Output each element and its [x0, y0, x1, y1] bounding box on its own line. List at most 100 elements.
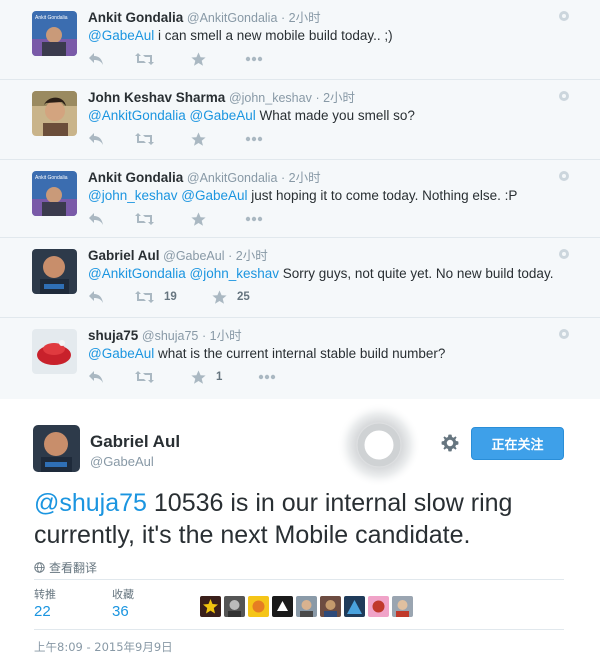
retweet-button[interactable]	[135, 131, 164, 147]
star-icon	[191, 370, 206, 384]
gear-icon[interactable]	[558, 10, 570, 22]
reply-button[interactable]	[88, 289, 104, 305]
reply-tweet[interactable]: Gabriel Aul @GabeAul · 2小时 @AnkitGondali…	[0, 238, 600, 318]
mention-link[interactable]: @AnkitGondalia	[88, 108, 186, 123]
mention-link[interactable]: @GabeAul	[190, 108, 256, 123]
avatar[interactable]	[32, 249, 77, 294]
tweet-text: @shuja75 10536 is in our internal slow r…	[34, 487, 574, 551]
reply-tweet[interactable]: shuja75 @shuja75 · 1小时 @GabeAul what is …	[0, 318, 600, 399]
mention-link[interactable]: @john_keshav	[190, 266, 280, 281]
gear-icon[interactable]	[558, 248, 570, 260]
avatar[interactable]	[320, 596, 341, 617]
tweet-time[interactable]: · 1小时	[202, 329, 242, 343]
avatar[interactable]	[272, 596, 293, 617]
retweet-icon	[135, 371, 154, 383]
avatar[interactable]	[344, 596, 365, 617]
translate-label: 查看翻译	[49, 561, 98, 575]
author-handle[interactable]: @AnkitGondalia	[187, 11, 278, 25]
avatar[interactable]	[392, 596, 413, 617]
divider	[34, 629, 564, 630]
mention-link[interactable]: @john_keshav	[88, 188, 178, 203]
like-button[interactable]	[191, 211, 216, 227]
star-icon	[212, 290, 227, 304]
reply-thread: Ankit Gondalia Ankit Gondalia @AnkitGond…	[0, 0, 600, 399]
avatar[interactable]	[224, 596, 245, 617]
likes-stat[interactable]: 收藏 36	[112, 586, 134, 620]
retweet-button[interactable]	[135, 211, 164, 227]
avatar[interactable]	[200, 596, 221, 617]
retweet-button[interactable]	[135, 369, 164, 385]
avatar[interactable]	[33, 425, 80, 472]
like-button[interactable]	[191, 51, 216, 67]
avatar[interactable]	[32, 329, 77, 374]
retweets-count: 22	[34, 603, 51, 620]
gear-icon[interactable]	[558, 328, 570, 340]
liker-avatars	[200, 596, 413, 617]
author-name[interactable]: shuja75	[88, 328, 138, 343]
reply-tweet[interactable]: Ankit Gondalia Ankit Gondalia @AnkitGond…	[0, 0, 600, 80]
tweet-actions: 19 25	[88, 289, 388, 305]
more-icon	[258, 374, 276, 380]
author-name[interactable]: Ankit Gondalia	[88, 170, 183, 185]
more-button[interactable]	[245, 131, 263, 147]
more-button[interactable]	[245, 51, 263, 67]
reply-tweet[interactable]: John Keshav Sharma @john_keshav · 2小时 @A…	[0, 80, 600, 160]
more-icon	[245, 216, 263, 222]
gear-icon[interactable]	[441, 434, 459, 452]
mention-link[interactable]: @GabeAul	[88, 346, 154, 361]
star-icon	[191, 212, 206, 226]
author-handle[interactable]: @AnkitGondalia	[187, 171, 278, 185]
tweet-time[interactable]: · 2小时	[228, 249, 268, 263]
like-button[interactable]	[191, 131, 216, 147]
reply-button[interactable]	[88, 131, 104, 147]
tweet-time[interactable]: · 2小时	[281, 171, 321, 185]
avatar[interactable]	[32, 91, 77, 136]
reply-button[interactable]	[88, 369, 104, 385]
avatar[interactable]: Ankit Gondalia	[32, 11, 77, 56]
author-name[interactable]: Ankit Gondalia	[88, 10, 183, 25]
retweet-icon	[135, 53, 154, 65]
author-handle[interactable]: @GabeAul	[163, 249, 224, 263]
gear-icon[interactable]	[558, 170, 570, 182]
avatar[interactable]	[248, 596, 269, 617]
mention-link[interactable]: @AnkitGondalia	[88, 266, 186, 281]
retweets-label: 转推	[34, 588, 56, 601]
star-icon	[191, 52, 206, 66]
tweet-time[interactable]: · 2小时	[315, 91, 355, 105]
like-button[interactable]: 1	[191, 369, 222, 385]
reply-button[interactable]	[88, 51, 104, 67]
mention-link[interactable]: @shuja75	[34, 489, 147, 517]
author-name[interactable]: Gabriel Aul	[88, 248, 160, 263]
avatar[interactable]	[368, 596, 389, 617]
retweets-stat[interactable]: 转推 22	[34, 586, 56, 620]
reply-icon	[89, 133, 103, 145]
author-name[interactable]: Gabriel Aul	[90, 432, 180, 452]
author-handle[interactable]: @john_keshav	[229, 91, 312, 105]
like-count: 1	[216, 371, 223, 383]
tweet-text-segment: what is the current internal stable buil…	[154, 346, 446, 361]
reply-button[interactable]	[88, 211, 104, 227]
mention-link[interactable]: @GabeAul	[181, 188, 247, 203]
retweet-button[interactable]: 19	[135, 289, 177, 305]
tweet-text: @GabeAul i can smell a new mobile build …	[88, 28, 393, 43]
reply-tweet[interactable]: Ankit Gondalia Ankit Gondalia @AnkitGond…	[0, 160, 600, 238]
translate-link[interactable]: 查看翻译	[34, 559, 97, 576]
reply-icon	[89, 291, 103, 303]
gear-icon[interactable]	[558, 90, 570, 102]
avatar[interactable]	[296, 596, 317, 617]
author-handle[interactable]: @shuja75	[142, 329, 198, 343]
tweet-timestamp[interactable]: 上午8:09 - 2015年9月9日	[34, 639, 173, 655]
following-button[interactable]: 正在关注	[471, 427, 564, 460]
mention-link[interactable]: @GabeAul	[88, 28, 154, 43]
more-button[interactable]	[245, 211, 263, 227]
more-button[interactable]	[258, 369, 276, 385]
avatar[interactable]: Ankit Gondalia	[32, 171, 77, 216]
tweet-text: @GabeAul what is the current internal st…	[88, 346, 445, 361]
author-name[interactable]: John Keshav Sharma	[88, 90, 225, 105]
retweet-button[interactable]	[135, 51, 164, 67]
more-icon	[245, 136, 263, 142]
tweet-time[interactable]: · 2小时	[281, 11, 321, 25]
reply-icon	[89, 53, 103, 65]
like-button[interactable]: 25	[212, 289, 250, 305]
author-handle[interactable]: @GabeAul	[90, 454, 154, 469]
